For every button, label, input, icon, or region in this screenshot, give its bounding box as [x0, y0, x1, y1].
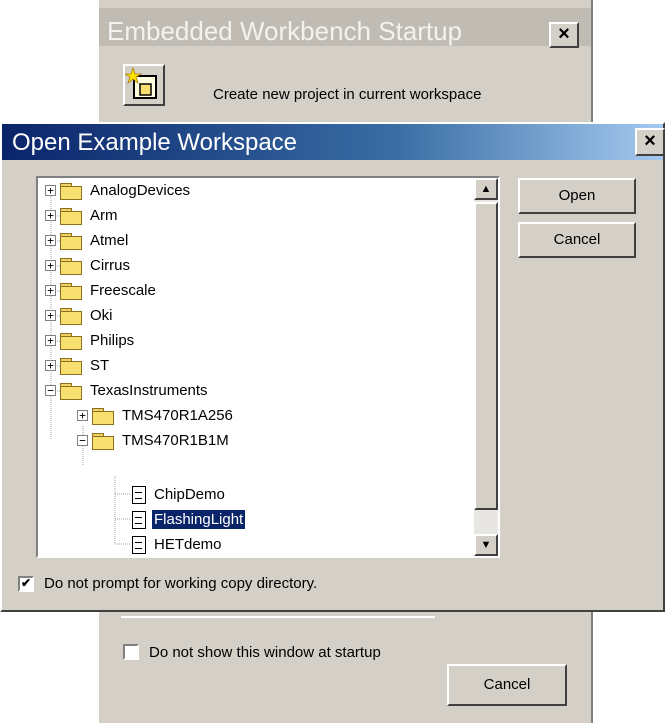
show-at-startup-label[interactable]: Do not show this window at startup — [149, 644, 381, 661]
example-titlebar[interactable]: Open Example Workspace — [2, 124, 663, 160]
tree-item-hetdemo[interactable]: HETdemo — [132, 532, 224, 556]
startup-cancel-button[interactable]: Cancel — [447, 664, 567, 706]
tree-item-label[interactable]: HETdemo — [152, 535, 224, 554]
tree-item-texasinstruments[interactable]: − TexasInstruments — [45, 378, 210, 403]
folder-icon — [92, 432, 114, 450]
tree-item-label[interactable]: TMS470R1A256 — [120, 406, 235, 425]
folder-icon — [60, 357, 82, 375]
folder-icon — [60, 382, 82, 400]
tree-item-flashinglight[interactable]: FlashingLight — [132, 507, 247, 532]
tree-item-label[interactable]: TMS470R1B1M — [120, 431, 231, 450]
tree-item-analogdevices[interactable]: + AnalogDevices — [45, 178, 192, 203]
expand-icon[interactable]: + — [45, 310, 56, 321]
document-icon — [132, 535, 146, 554]
tree-scrollbar[interactable]: ▲ ▼ — [474, 178, 498, 556]
tree-item-label[interactable]: Oki — [88, 306, 115, 325]
tree-item-label[interactable]: ChipDemo — [152, 485, 227, 504]
tree-item-label[interactable]: Philips — [88, 331, 136, 350]
folder-icon — [92, 407, 114, 425]
expand-icon[interactable]: + — [45, 360, 56, 371]
document-icon — [132, 485, 146, 504]
open-example-workspace-dialog: Open Example Workspace × + AnalogDevices… — [0, 122, 665, 612]
folder-icon — [60, 207, 82, 225]
prompt-working-copy-label[interactable]: Do not prompt for working copy directory… — [44, 575, 317, 592]
expand-icon[interactable]: + — [45, 235, 56, 246]
example-title: Open Example Workspace — [12, 129, 298, 156]
expand-icon[interactable]: + — [45, 260, 56, 271]
tree-item-label[interactable]: Arm — [88, 206, 120, 225]
scroll-thumb[interactable] — [474, 202, 498, 510]
create-project-label[interactable]: Create new project in current workspace — [213, 86, 481, 103]
tree-item-freescale[interactable]: + Freescale — [45, 278, 158, 303]
scroll-down-button[interactable]: ▼ — [474, 534, 498, 556]
folder-icon — [60, 332, 82, 350]
folder-icon — [60, 282, 82, 300]
expand-icon[interactable]: + — [45, 285, 56, 296]
collapse-icon[interactable]: − — [45, 385, 56, 396]
tree-item-label[interactable]: Cirrus — [88, 256, 132, 275]
tree-item-label[interactable]: ST — [88, 356, 111, 375]
example-close-button[interactable]: × — [635, 128, 665, 156]
tree-item-label[interactable]: Freescale — [88, 281, 158, 300]
prompt-working-copy-checkbox[interactable]: ✔ — [18, 576, 34, 592]
workspace-tree[interactable]: + AnalogDevices + Arm + Atmel + Cirrus + — [36, 176, 500, 558]
cancel-button[interactable]: Cancel — [518, 222, 636, 258]
new-project-button[interactable] — [123, 64, 165, 106]
tree-item-oki[interactable]: + Oki — [45, 303, 115, 328]
expand-icon[interactable]: + — [77, 410, 88, 421]
tree-item-cirrus[interactable]: + Cirrus — [45, 253, 132, 278]
tree-item-philips[interactable]: + Philips — [45, 328, 136, 353]
document-icon — [132, 510, 146, 529]
collapse-icon[interactable]: − — [77, 435, 88, 446]
startup-titlebar[interactable]: Embedded Workbench Startup × — [99, 8, 591, 48]
tree-item-tms470r1b1m[interactable]: − TMS470R1B1M — [77, 428, 231, 453]
tree-item-arm[interactable]: + Arm — [45, 203, 120, 228]
tree-item-atmel[interactable]: + Atmel — [45, 228, 130, 253]
tree-items: + AnalogDevices + Arm + Atmel + Cirrus + — [38, 178, 474, 556]
folder-icon — [60, 182, 82, 200]
startup-title: Embedded Workbench Startup — [107, 16, 463, 46]
tree-item-st[interactable]: + ST — [45, 353, 111, 378]
tree-item-chipdemo[interactable]: ChipDemo — [132, 482, 227, 507]
folder-icon — [60, 257, 82, 275]
expand-icon[interactable]: + — [45, 335, 56, 346]
open-button[interactable]: Open — [518, 178, 636, 214]
tree-item-label[interactable]: TexasInstruments — [88, 381, 210, 400]
expand-icon[interactable]: + — [45, 210, 56, 221]
show-at-startup-checkbox[interactable] — [123, 644, 139, 660]
startup-close-button[interactable]: × — [549, 22, 579, 48]
tree-item-label[interactable]: Atmel — [88, 231, 130, 250]
new-project-icon — [123, 66, 157, 99]
expand-icon[interactable]: + — [45, 185, 56, 196]
tree-item-tms470r1a256[interactable]: + TMS470R1A256 — [77, 403, 235, 428]
folder-icon — [60, 307, 82, 325]
tree-item-label[interactable]: FlashingLight — [150, 509, 247, 530]
folder-icon — [60, 232, 82, 250]
scroll-up-button[interactable]: ▲ — [474, 178, 498, 200]
tree-item-label[interactable]: AnalogDevices — [88, 181, 192, 200]
